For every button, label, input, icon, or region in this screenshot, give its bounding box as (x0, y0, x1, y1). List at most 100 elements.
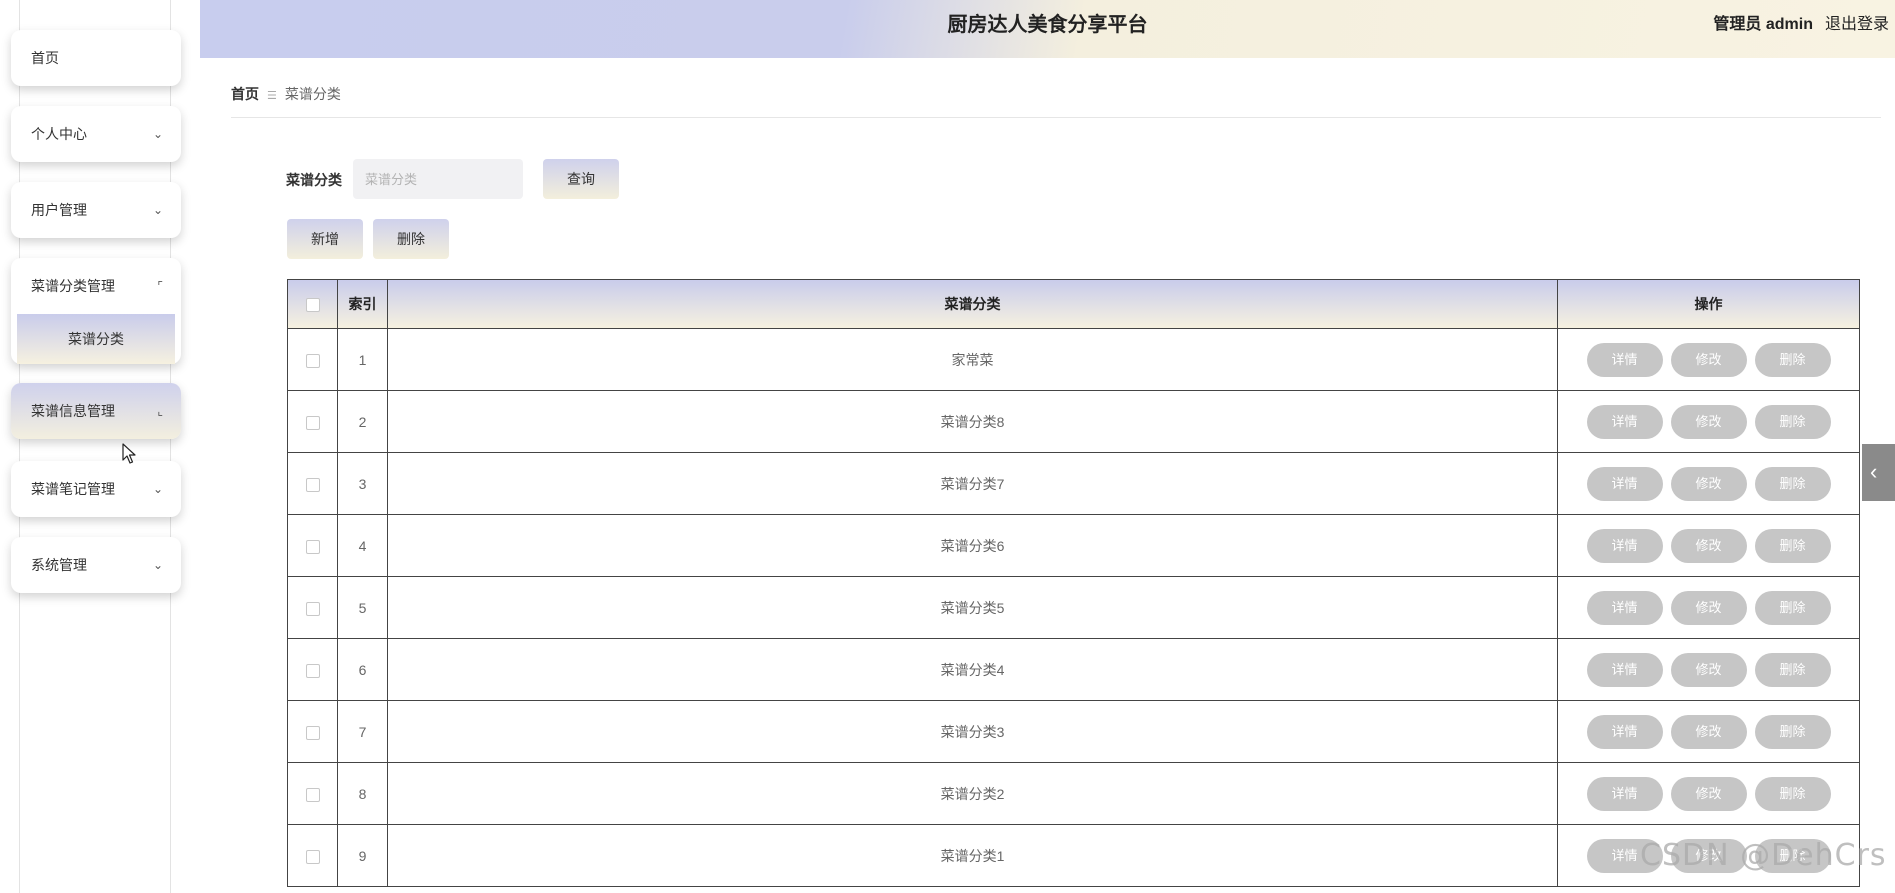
row-checkbox[interactable] (305, 849, 320, 864)
edit-button[interactable]: 修改 (1670, 652, 1747, 687)
row-select-cell (287, 576, 338, 639)
table-row: 5 菜谱分类5 详情 修改 删除 (287, 576, 1860, 639)
mouse-cursor-icon (122, 443, 136, 464)
edit-button[interactable]: 修改 (1670, 466, 1747, 501)
chevron-corner-icon: ⌞ (157, 404, 163, 418)
row-checkbox[interactable] (305, 787, 320, 802)
sidebar-item-label: 首页 (31, 50, 59, 66)
sidebar-item-label: 菜谱笔记管理 (31, 481, 115, 497)
sidebar-item-system-management[interactable]: 系统管理 ⌄ (11, 537, 181, 593)
app-title: 厨房达人美食分享平台 (947, 14, 1148, 36)
row-select-cell (287, 700, 338, 763)
row-category: 菜谱分类1 (387, 824, 1558, 887)
logout-link[interactable]: 退出登录 (1825, 0, 1889, 50)
chevron-down-icon: ⌄ (152, 558, 163, 572)
header-index: 索引 (337, 279, 388, 329)
row-checkbox[interactable] (305, 477, 320, 492)
row-index: 8 (337, 762, 388, 825)
sidebar-item-recipe-notes-management[interactable]: 菜谱笔记管理 ⌄ (11, 461, 181, 517)
row-checkbox[interactable] (305, 663, 320, 678)
sidebar-item-personal-center[interactable]: 个人中心 ⌄ (11, 106, 181, 162)
table-row: 1 家常菜 详情 修改 删除 (287, 328, 1860, 391)
chevron-down-icon: ⌄ (152, 127, 163, 141)
header-operations: 操作 (1557, 279, 1860, 329)
row-category: 菜谱分类2 (387, 762, 1558, 825)
row-category: 菜谱分类4 (387, 638, 1558, 701)
sidebar-item-label: 菜谱信息管理 (31, 403, 115, 419)
edit-button[interactable]: 修改 (1670, 776, 1747, 811)
select-all-checkbox[interactable] (305, 298, 320, 313)
collapse-panel-tab[interactable]: ‹ (1862, 444, 1895, 501)
sidebar: 首页 个人中心 ⌄ 用户管理 ⌄ 菜谱分类管理 ⌜ 菜谱分类 菜谱信息管理 ⌞ … (0, 0, 200, 893)
table-header-row: 索引 菜谱分类 操作 (287, 279, 1860, 329)
sidebar-item-user-management[interactable]: 用户管理 ⌄ (11, 182, 181, 238)
detail-button[interactable]: 详情 (1586, 466, 1663, 501)
delete-button[interactable]: 删除 (1754, 404, 1831, 439)
chevron-down-icon: ⌄ (152, 482, 163, 496)
delete-button[interactable]: 删除 (1754, 776, 1831, 811)
row-checkbox[interactable] (305, 539, 320, 554)
table-row: 3 菜谱分类7 详情 修改 删除 (287, 452, 1860, 515)
edit-button[interactable]: 修改 (1670, 342, 1747, 377)
table-row: 6 菜谱分类4 详情 修改 删除 (287, 638, 1860, 701)
row-select-cell (287, 452, 338, 515)
detail-button[interactable]: 详情 (1586, 776, 1663, 811)
row-category: 菜谱分类5 (387, 576, 1558, 639)
chevron-up-icon: ⌜ (157, 279, 163, 293)
row-checkbox[interactable] (305, 601, 320, 616)
row-category: 家常菜 (387, 328, 1558, 391)
detail-button[interactable]: 详情 (1586, 342, 1663, 377)
delete-button[interactable]: 删除 (1754, 342, 1831, 377)
watermark: CSDN @DehCrs (1640, 838, 1887, 873)
row-checkbox[interactable] (305, 353, 320, 368)
detail-button[interactable]: 详情 (1586, 404, 1663, 439)
search-input[interactable] (353, 159, 523, 199)
row-checkbox[interactable] (305, 725, 320, 740)
app-root: 首页 个人中心 ⌄ 用户管理 ⌄ 菜谱分类管理 ⌜ 菜谱分类 菜谱信息管理 ⌞ … (0, 0, 1895, 893)
sidebar-item-home[interactable]: 首页 (11, 30, 181, 86)
edit-button[interactable]: 修改 (1670, 528, 1747, 563)
table-row: 4 菜谱分类6 详情 修改 删除 (287, 514, 1860, 577)
category-table: 索引 菜谱分类 操作 1 家常菜 详情 修改 删除 2 菜谱分类8 详情 修改 删除 3 菜谱分类7 详… (287, 279, 1860, 893)
row-operations: 详情 修改 删除 (1557, 452, 1860, 515)
row-checkbox[interactable] (305, 415, 320, 430)
menu-icon: ☰ (267, 90, 277, 102)
top-header: 厨房达人美食分享平台 管理员 admin 退出登录 (200, 0, 1895, 58)
row-category: 菜谱分类7 (387, 452, 1558, 515)
row-category: 菜谱分类3 (387, 700, 1558, 763)
detail-button[interactable]: 详情 (1586, 652, 1663, 687)
row-category: 菜谱分类6 (387, 514, 1558, 577)
delete-button[interactable]: 删除 (1754, 714, 1831, 749)
delete-button[interactable]: 删除 (1754, 590, 1831, 625)
row-operations: 详情 修改 删除 (1557, 762, 1860, 825)
detail-button[interactable]: 详情 (1586, 528, 1663, 563)
row-select-cell (287, 390, 338, 453)
table-row: 2 菜谱分类8 详情 修改 删除 (287, 390, 1860, 453)
row-index: 2 (337, 390, 388, 453)
sidebar-item-label: 菜谱分类管理 (31, 278, 115, 294)
sidebar-item-recipe-info-management[interactable]: 菜谱信息管理 ⌞ (11, 383, 181, 439)
detail-button[interactable]: 详情 (1586, 714, 1663, 749)
edit-button[interactable]: 修改 (1670, 590, 1747, 625)
delete-button[interactable]: 删除 (1754, 528, 1831, 563)
edit-button[interactable]: 修改 (1670, 714, 1747, 749)
edit-button[interactable]: 修改 (1670, 404, 1747, 439)
row-operations: 详情 修改 删除 (1557, 700, 1860, 763)
search-button[interactable]: 查询 (543, 159, 619, 199)
row-operations: 详情 修改 删除 (1557, 576, 1860, 639)
header-category: 菜谱分类 (387, 279, 1558, 329)
delete-button[interactable]: 删除 (1754, 652, 1831, 687)
add-button[interactable]: 新增 (287, 219, 363, 259)
row-select-cell (287, 514, 338, 577)
batch-delete-button[interactable]: 删除 (373, 219, 449, 259)
row-select-cell (287, 328, 338, 391)
breadcrumb-home[interactable]: 首页 (231, 86, 259, 102)
detail-button[interactable]: 详情 (1586, 590, 1663, 625)
breadcrumb: 首页 ☰ 菜谱分类 (231, 84, 1881, 118)
sidebar-subitem-recipe-category[interactable]: 菜谱分类 (17, 314, 175, 364)
row-select-cell (287, 762, 338, 825)
sidebar-item-label: 用户管理 (31, 202, 87, 218)
delete-button[interactable]: 删除 (1754, 466, 1831, 501)
table-row: 8 菜谱分类2 详情 修改 删除 (287, 762, 1860, 825)
sidebar-item-recipe-category-management[interactable]: 菜谱分类管理 ⌜ 菜谱分类 (11, 258, 181, 364)
